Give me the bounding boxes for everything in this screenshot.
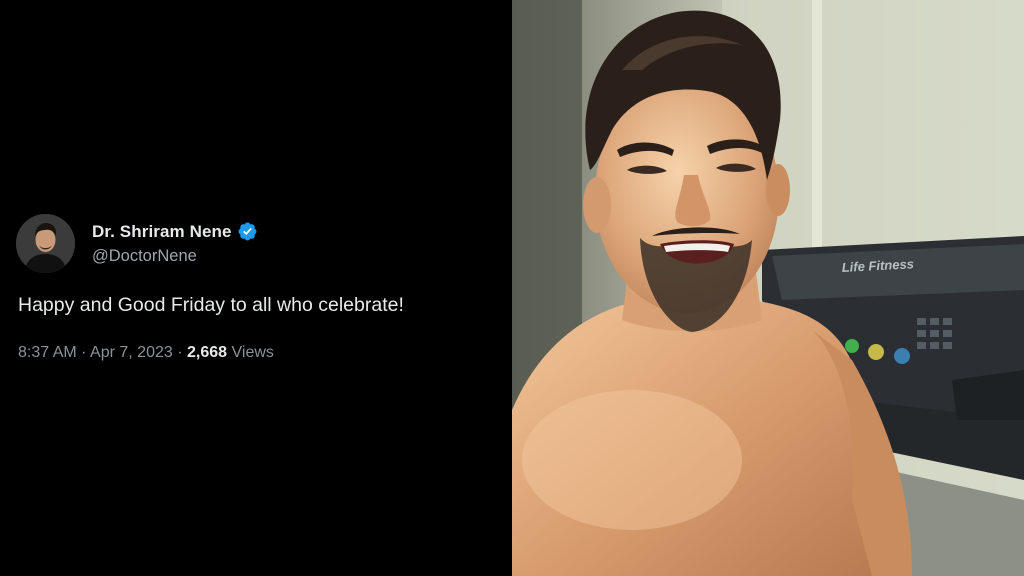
author-handle[interactable]: @DoctorNene <box>92 247 258 266</box>
name-row: Dr. Shriram Nene <box>92 221 258 242</box>
tweet-header: Dr. Shriram Nene @DoctorNene <box>16 214 258 273</box>
tweet-time[interactable]: 8:37 AM <box>18 344 77 361</box>
tweet-panel: Dr. Shriram Nene @DoctorNene Happy and G… <box>0 0 512 576</box>
meta-separator: · <box>81 344 87 361</box>
selfie-photo: Life Fitness <box>512 0 1024 576</box>
author-names: Dr. Shriram Nene @DoctorNene <box>92 221 258 266</box>
photo-panel: Life Fitness <box>512 0 1024 576</box>
verified-badge-icon <box>237 221 258 242</box>
profile-avatar-icon <box>16 214 75 273</box>
tweet-text: Happy and Good Friday to all who celebra… <box>18 294 404 316</box>
views-count: 2,668 <box>187 344 228 361</box>
views-label: Views <box>231 344 274 361</box>
tweet-meta: 8:37 AM · Apr 7, 2023 · 2,668 Views <box>18 344 274 362</box>
tweet-date[interactable]: Apr 7, 2023 <box>90 344 173 361</box>
meta-separator: · <box>177 344 183 361</box>
display-name[interactable]: Dr. Shriram Nene <box>92 222 232 242</box>
avatar[interactable] <box>16 214 75 273</box>
